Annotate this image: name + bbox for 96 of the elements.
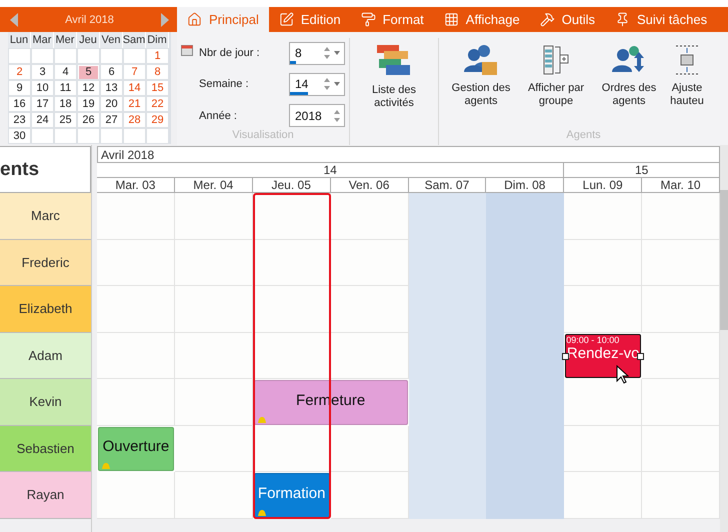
- field-label: Nbr de jour :: [199, 47, 261, 60]
- people-icon: [464, 44, 498, 76]
- resize-handle[interactable]: [562, 352, 570, 360]
- calendar-day[interactable]: 7: [123, 64, 146, 80]
- ribbon-tab[interactable]: Edition: [268, 7, 351, 32]
- calendar-day[interactable]: 15: [146, 80, 169, 96]
- calendar-day[interactable]: 9: [8, 80, 31, 96]
- calendar-day[interactable]: 4: [54, 64, 77, 80]
- mouse-cursor-icon: [616, 364, 630, 384]
- agent-row[interactable]: Frederic: [0, 240, 91, 286]
- paint-roller-icon: [360, 12, 376, 27]
- hammer-icon: [540, 12, 555, 27]
- ribbon-tab[interactable]: Outils: [530, 7, 605, 32]
- spin-arrows-icon[interactable]: [324, 78, 330, 90]
- event-title: Ouverture: [102, 438, 170, 456]
- dropdown-icon[interactable]: [334, 51, 340, 56]
- agent-row[interactable]: Rayan: [0, 472, 91, 518]
- spin-arrows-icon[interactable]: [334, 110, 340, 122]
- calendar-day[interactable]: 22: [146, 96, 169, 112]
- calendar-day[interactable]: 3: [31, 64, 54, 80]
- field-label: Année :: [199, 110, 238, 122]
- group-label: Visualisation: [231, 129, 295, 143]
- home-icon: [187, 12, 202, 27]
- calendar-day[interactable]: 10: [31, 80, 54, 96]
- spin-field[interactable]: 14: [289, 72, 345, 96]
- calendar-day[interactable]: 27: [100, 112, 123, 128]
- calendar-icon: [181, 44, 193, 56]
- day-header: Jeu. 05: [252, 178, 331, 193]
- calendar-day[interactable]: 8: [146, 64, 169, 80]
- ribbon-button[interactable]: Ajuste hauteu: [665, 38, 709, 129]
- weekday-label: Ven: [100, 32, 123, 48]
- calendar-month-title: Avril 2018: [65, 14, 114, 26]
- pencil-icon: [278, 12, 294, 27]
- month-header: Avril 2018: [97, 146, 720, 163]
- event-block[interactable]: Ouverture: [98, 426, 174, 471]
- ribbon-tab[interactable]: Format: [350, 7, 434, 32]
- cards-icon: [376, 44, 412, 78]
- scrollbar[interactable]: [720, 145, 728, 532]
- field-label: Semaine :: [199, 78, 250, 90]
- calendar-day[interactable]: 24: [31, 112, 54, 128]
- weekday-label: Mer: [54, 32, 77, 48]
- schedule-slot[interactable]: [252, 193, 331, 240]
- activities-list-button[interactable]: Liste des activités: [354, 38, 434, 129]
- pin-icon: [614, 12, 630, 27]
- adjust-height-icon: [675, 44, 699, 76]
- calendar-day[interactable]: 6: [100, 64, 123, 80]
- calendar-day[interactable]: 28: [123, 112, 146, 128]
- weekday-label: Jeu: [77, 32, 100, 48]
- calendar-day[interactable]: 2: [8, 64, 31, 80]
- resize-handle[interactable]: [637, 352, 644, 360]
- event-title: Formation: [258, 484, 326, 502]
- weekday-label: Sam: [123, 32, 146, 48]
- calendar-day[interactable]: 29: [146, 112, 169, 128]
- calendar-day[interactable]: 23: [8, 112, 31, 128]
- bell-icon: [258, 510, 266, 516]
- weekday-label: Lun: [8, 32, 31, 48]
- spin-arrows-icon[interactable]: [324, 47, 330, 60]
- agent-row[interactable]: Adam: [0, 332, 91, 379]
- calendar-day[interactable]: 19: [77, 96, 100, 112]
- calendar-day[interactable]: 21: [123, 96, 146, 112]
- event-title: Rendez-vo: [566, 345, 640, 362]
- calendar-day[interactable]: 18: [54, 96, 77, 112]
- bell-icon: [102, 463, 110, 469]
- calendar-day[interactable]: 14: [123, 80, 146, 96]
- calendar-day[interactable]: 1: [146, 48, 169, 64]
- grid-icon: [444, 12, 459, 27]
- calendar-day[interactable]: 11: [54, 80, 77, 96]
- event-block[interactable]: Formation: [254, 473, 330, 518]
- agent-row[interactable]: Sebastien: [0, 426, 91, 472]
- ribbon-button[interactable]: Ordres des agents: [593, 38, 665, 129]
- ribbon-button[interactable]: Afficher par groupe: [519, 38, 593, 129]
- agent-row[interactable]: Marc: [0, 193, 91, 240]
- calendar-day[interactable]: 26: [77, 112, 100, 128]
- weekday-label: Dim: [146, 32, 169, 48]
- calendar-day[interactable]: 5: [77, 64, 100, 80]
- calendar-day[interactable]: 20: [100, 96, 123, 112]
- spin-field[interactable]: 8: [289, 42, 345, 65]
- agents-header: ents: [0, 146, 91, 193]
- bell-icon: [258, 416, 266, 422]
- calendar-day[interactable]: 12: [77, 80, 100, 96]
- calendar-day[interactable]: 16: [8, 96, 31, 112]
- group-label: Agents: [565, 129, 602, 143]
- calendar-day[interactable]: 25: [54, 112, 77, 128]
- spin-field[interactable]: 2018: [289, 104, 345, 128]
- calendar-day[interactable]: 30: [8, 128, 31, 144]
- ribbon-tab[interactable]: Affichage: [434, 7, 530, 32]
- dropdown-icon[interactable]: [334, 82, 340, 86]
- event-time: 09:00 - 10:00: [566, 334, 620, 344]
- ribbon-button[interactable]: Gestion des agents: [443, 38, 519, 129]
- list-plus-icon: [542, 44, 570, 76]
- calendar-day[interactable]: 13: [100, 80, 123, 96]
- weekday-label: Mar: [31, 32, 54, 48]
- ribbon-tab[interactable]: Suivi tâches: [604, 7, 718, 32]
- calendar-day[interactable]: 17: [31, 96, 54, 112]
- agent-row[interactable]: Kevin: [0, 379, 91, 426]
- agent-row[interactable]: Elizabeth: [0, 286, 91, 332]
